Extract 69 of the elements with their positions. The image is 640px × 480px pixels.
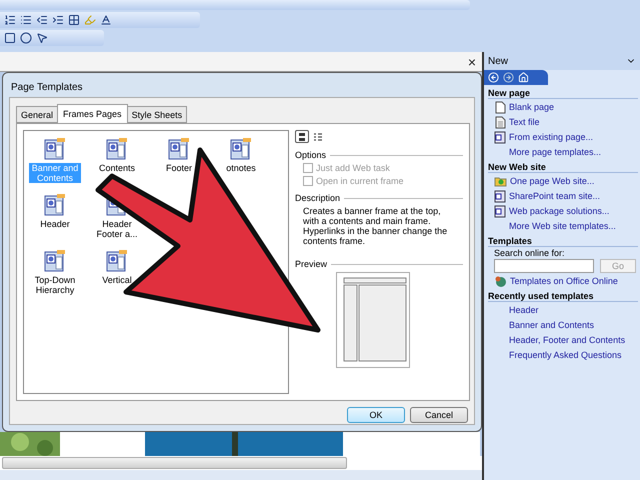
pointer-icon[interactable] — [36, 32, 48, 44]
section-heading: Templates — [488, 236, 638, 247]
task-link[interactable]: More Web site templates... — [488, 219, 640, 233]
frames-page-icon — [105, 137, 129, 161]
oval-icon[interactable] — [20, 32, 32, 44]
task-link[interactable]: SharePoint team site... — [488, 189, 640, 203]
section-heading: Preview — [295, 259, 328, 269]
scrollbar-thumb[interactable] — [2, 457, 347, 469]
task-link[interactable]: Templates on Office Online — [488, 274, 640, 288]
search-field[interactable] — [494, 259, 594, 273]
outdent-icon[interactable] — [36, 14, 48, 26]
frames-page-icon — [167, 137, 191, 161]
dialog-title: Page Templates — [10, 80, 84, 94]
frames-page-icon — [43, 137, 67, 161]
template-item[interactable]: Vertical — [102, 275, 132, 285]
close-button[interactable]: × — [468, 54, 476, 70]
blank-page-icon — [494, 100, 506, 114]
globe-icon — [494, 274, 507, 288]
task-link[interactable]: Blank page — [488, 100, 640, 114]
frames-page-icon — [43, 249, 67, 273]
frames-page-icon — [229, 137, 253, 161]
frames-page-icon — [105, 249, 129, 273]
section-heading: Options — [295, 150, 326, 160]
template-item[interactable]: Header — [40, 219, 70, 229]
forward-icon[interactable] — [503, 72, 514, 83]
task-link[interactable]: Text file — [488, 115, 640, 129]
folder-icon — [494, 175, 507, 187]
tab[interactable]: Style Sheets — [126, 106, 188, 123]
section-heading: New page — [488, 88, 638, 99]
task-link[interactable]: One page Web site... — [488, 174, 640, 188]
template-item[interactable]: Top-Down Hierarchy — [33, 275, 77, 295]
template-item[interactable]: Footer — [166, 163, 192, 173]
large-icons-button[interactable] — [295, 130, 309, 143]
border-icon[interactable] — [68, 14, 80, 26]
list-view-icon — [313, 132, 323, 142]
cancel-button[interactable]: Cancel — [410, 407, 468, 423]
task-link[interactable]: Banner and Contents — [488, 318, 640, 332]
tab[interactable]: Frames Pages — [57, 104, 128, 123]
template-item[interactable]: Contents — [98, 163, 136, 173]
task-link[interactable]: Web package solutions... — [488, 204, 640, 218]
checkbox-label: Just add Web task — [316, 163, 390, 173]
tab[interactable]: General — [16, 106, 58, 123]
home-icon[interactable] — [518, 72, 529, 83]
checkbox-label: Open in current frame — [316, 176, 404, 186]
text-file-icon — [494, 116, 506, 128]
task-link[interactable]: More page templates... — [488, 145, 640, 159]
task-link[interactable]: Header, Footer and Contents — [488, 333, 640, 347]
task-link[interactable]: From existing page... — [488, 130, 640, 144]
template-item[interactable]: Header Footer a... — [95, 219, 139, 239]
section-heading: Recently used templates — [488, 291, 638, 302]
rectangle-icon[interactable] — [4, 32, 16, 44]
task-link[interactable]: Header — [488, 303, 640, 317]
ok-button[interactable]: OK — [347, 407, 405, 423]
web-page-icon — [494, 190, 506, 202]
back-icon[interactable] — [488, 72, 499, 83]
indent-icon[interactable] — [52, 14, 64, 26]
description-text: Creates a banner frame at the top, with a contents and main frame. Hyperlinks in the banner change the contents frame. — [302, 206, 448, 246]
web-page-icon — [494, 130, 506, 144]
frames-page-icon — [43, 193, 67, 217]
web-page-icon — [494, 204, 506, 218]
font-color-icon[interactable] — [100, 14, 112, 26]
pane-title: New — [488, 56, 508, 66]
task-link[interactable]: Frequently Asked Questions — [488, 348, 640, 362]
section-heading: New Web site — [488, 162, 638, 173]
search-label: Search online for: — [493, 248, 566, 258]
numbered-list-icon[interactable] — [4, 14, 16, 26]
template-item[interactable]: otnotes — [226, 163, 256, 173]
large-icons-icon — [297, 132, 307, 142]
section-heading: Description — [295, 193, 340, 203]
